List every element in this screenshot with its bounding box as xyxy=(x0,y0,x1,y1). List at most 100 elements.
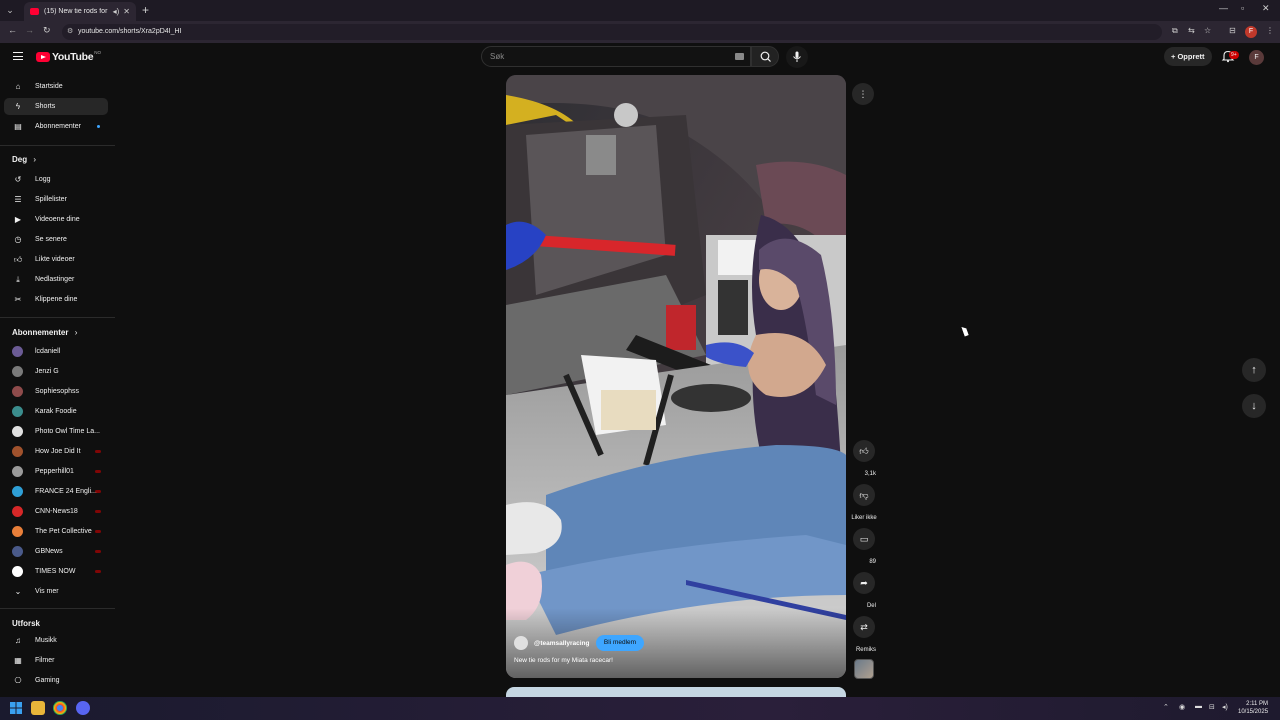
sidebar-item-channel[interactable]: FRANCE 24 Engli... xyxy=(4,483,108,500)
join-button[interactable]: Bli medlem xyxy=(596,635,644,651)
tray-overflow-chevron-icon[interactable]: ⌃ xyxy=(1163,703,1169,711)
previous-short-button[interactable]: ↑ xyxy=(1242,358,1266,382)
sidebar-item-your-videos[interactable]: ▶ Videoene dine xyxy=(4,211,108,228)
window-close-icon[interactable]: ✕ xyxy=(1262,3,1270,14)
browser-tab-bar: ⌄ (15) New tie rods for my M ◂) ✕ + — ▫ … xyxy=(0,0,1280,21)
short-video-player[interactable]: @teamsallyracing Bli medlem New tie rods… xyxy=(506,75,846,678)
sidebar-item-channel[interactable]: Jenzi G xyxy=(4,363,108,380)
sidebar-item-channel[interactable]: lcdaniell xyxy=(4,343,108,360)
sound-thumbnail[interactable] xyxy=(854,659,874,679)
sidebar-item-liked-videos[interactable]: 👍︎ Likte videoer xyxy=(4,251,108,268)
sidebar-item-show-more[interactable]: ⌄ Vis mer xyxy=(4,583,108,600)
site-info-icon[interactable]: ⚙ xyxy=(67,27,73,35)
minimize-icon[interactable]: — xyxy=(1219,3,1228,13)
voice-search-button[interactable] xyxy=(786,46,808,68)
chrome-icon[interactable] xyxy=(53,701,67,715)
sidebar-item-downloads[interactable]: ⤓ Nedlastinger xyxy=(4,271,108,288)
language-flag-icon[interactable]: ▬ xyxy=(1195,703,1202,710)
bookmark-star-icon[interactable]: ☆ xyxy=(1204,26,1211,35)
like-count: 3,1k xyxy=(864,471,876,477)
channel-avatar xyxy=(12,406,23,417)
shorts-icon: ϟ xyxy=(15,102,21,111)
next-short-button[interactable]: ↓ xyxy=(1242,394,1266,418)
create-button[interactable]: + Opprett xyxy=(1164,47,1212,66)
sidebar-item-channel[interactable]: Pepperhill01 xyxy=(4,463,108,480)
address-bar[interactable]: ⚙ youtube.com/shorts/Xra2pD4I_HI xyxy=(62,24,1162,40)
sidebar-item-channel[interactable]: Karak Foodie xyxy=(4,403,108,420)
install-app-icon[interactable]: ⧉ xyxy=(1172,26,1178,36)
section-heading-subscriptions[interactable]: Abonnementer › xyxy=(12,328,77,337)
logo-text: YouTube xyxy=(52,51,94,63)
sidebar-item-label: CNN-News18 xyxy=(35,508,78,515)
sidebar-item-music[interactable]: ♫ Musikk xyxy=(4,632,108,649)
dislike-label: Liker ikke xyxy=(851,515,877,521)
sidebar-item-shorts[interactable]: ϟ Shorts xyxy=(4,98,108,115)
back-arrow-icon[interactable]: ← xyxy=(8,25,17,35)
youtube-logo[interactable]: YouTube NO xyxy=(36,50,101,63)
sidebar-item-label: Sophiesophss xyxy=(35,388,79,395)
sidebar-item-gaming[interactable]: ⎔ Gaming xyxy=(4,672,108,689)
sidebar-divider xyxy=(0,317,115,318)
sidebar-item-channel[interactable]: CNN-News18 xyxy=(4,503,108,520)
youtube-play-logo-icon xyxy=(36,52,50,62)
sidebar-item-channel[interactable]: Photo Owl Time La... xyxy=(4,423,108,440)
more-options-button[interactable]: ⋮ xyxy=(852,83,874,105)
browser-menu-icon[interactable]: ⋮ xyxy=(1266,26,1274,35)
channel-avatar xyxy=(514,636,528,650)
sidebar-item-label: Shorts xyxy=(35,103,56,110)
sidebar-item-channel[interactable]: The Pet Collective xyxy=(4,523,108,540)
system-clock[interactable]: 2:11 PM 10/15/2025 xyxy=(1238,700,1268,716)
dislike-action: 👎︎ Liker ikke xyxy=(851,484,877,524)
speaker-icon[interactable]: ◂) xyxy=(113,7,120,16)
forward-arrow-icon[interactable]: → xyxy=(25,25,34,35)
share-button[interactable]: ➦ xyxy=(853,572,875,594)
sidebar-item-watch-later[interactable]: ◷ Se senere xyxy=(4,231,108,248)
tab-close-icon[interactable]: ✕ xyxy=(123,7,130,16)
search-button[interactable] xyxy=(751,46,779,67)
short-channel-link[interactable]: @teamsallyracing xyxy=(514,636,589,650)
hamburger-menu-icon[interactable] xyxy=(13,52,23,60)
tab-search-chevron-icon[interactable]: ⌄ xyxy=(0,0,20,21)
sidebar-item-movies[interactable]: ▦ Filmer xyxy=(4,652,108,669)
sidebar-item-history[interactable]: ↺ Logg xyxy=(4,171,108,188)
dislike-button[interactable]: 👎︎ xyxy=(853,484,875,506)
browser-tab[interactable]: (15) New tie rods for my M ◂) ✕ xyxy=(24,2,136,21)
gaming-icon: ⎔ xyxy=(14,676,22,685)
like-button[interactable]: 👍︎ xyxy=(853,440,875,462)
sidebar-item-channel[interactable]: GBNews xyxy=(4,543,108,560)
volume-icon[interactable]: ◂) xyxy=(1222,703,1228,711)
search-input[interactable]: Søk xyxy=(481,46,751,67)
maximize-icon[interactable]: ▫ xyxy=(1241,3,1244,13)
tray-app-icon[interactable]: ◉ xyxy=(1179,703,1185,711)
browser-profile-avatar[interactable]: F xyxy=(1245,26,1257,38)
sidebar-item-channel[interactable]: TIMES NOW xyxy=(4,563,108,580)
sidebar-item-label: Spillelister xyxy=(35,196,67,203)
sidebar-item-channel[interactable]: Sophiesophss xyxy=(4,383,108,400)
search-placeholder: Søk xyxy=(490,52,505,61)
home-icon: ⌂ xyxy=(15,82,21,91)
remix-label: Remiks xyxy=(855,647,876,653)
network-icon[interactable]: ⊟ xyxy=(1209,703,1215,711)
keyboard-icon[interactable] xyxy=(735,53,744,60)
sidebar-item-subscriptions[interactable]: ▤ Abonnementer xyxy=(4,118,108,135)
comments-button[interactable]: ▭ xyxy=(853,528,875,550)
section-heading-you[interactable]: Deg › xyxy=(12,155,36,164)
sidebar-item-playlists[interactable]: ☰ Spillelister xyxy=(4,191,108,208)
sidebar-item-label: Karak Foodie xyxy=(35,408,77,415)
sidebar-item-home[interactable]: ⌂ Startside xyxy=(4,78,108,95)
extensions-icon[interactable]: ⊟ xyxy=(1229,26,1236,35)
remix-button[interactable]: ⇄ xyxy=(853,616,875,638)
channel-avatar xyxy=(12,386,23,397)
new-tab-plus-icon[interactable]: + xyxy=(142,3,149,17)
translate-icon[interactable]: ⇆ xyxy=(1188,26,1195,35)
file-explorer-icon[interactable] xyxy=(31,701,45,715)
account-avatar[interactable]: F xyxy=(1249,50,1264,65)
channel-avatar xyxy=(12,546,23,557)
sidebar-item-clips[interactable]: ✂ Klippene dine xyxy=(4,291,108,308)
sidebar-item-channel[interactable]: How Joe Did It xyxy=(4,443,108,460)
reload-icon[interactable]: ↻ xyxy=(43,25,51,36)
chat-app-icon[interactable] xyxy=(76,701,90,715)
comments-action: ▭ 89 xyxy=(852,528,876,568)
windows-start-icon[interactable] xyxy=(9,701,23,715)
channel-avatar xyxy=(12,446,23,457)
